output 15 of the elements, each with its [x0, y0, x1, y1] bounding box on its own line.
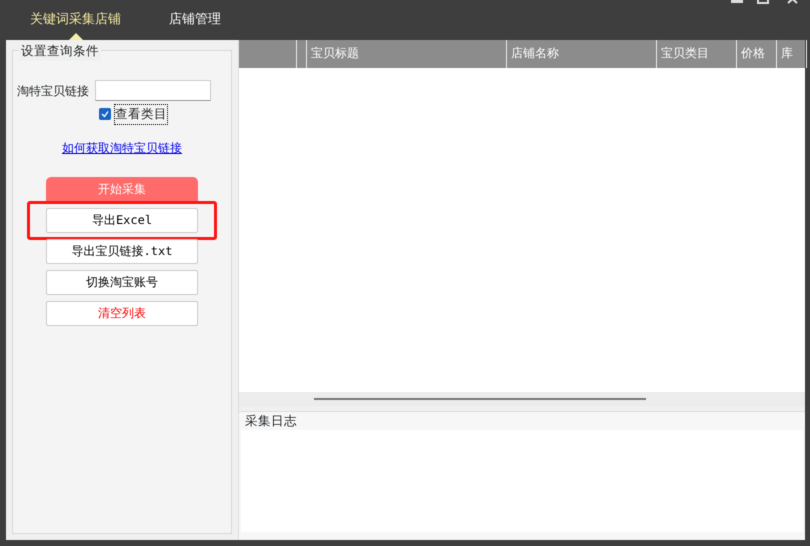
action-button[interactable]: 导出宝贝链接.txt	[46, 238, 198, 264]
checkbox[interactable]	[99, 108, 111, 120]
scrollbar-thumb[interactable]	[314, 398, 646, 400]
group-title: 设置查询条件	[19, 42, 101, 61]
link-input-field[interactable]	[95, 80, 211, 101]
action-button[interactable]: 切换淘宝账号	[46, 270, 198, 295]
minimize-icon[interactable]	[731, 0, 743, 4]
help-link[interactable]: 如何获取淘特宝贝链接	[62, 140, 182, 155]
group-title: 采集日志	[245, 412, 297, 430]
action-button[interactable]: 清空列表	[46, 300, 198, 326]
tab[interactable]: 店铺管理	[145, 0, 245, 40]
checkbox-label[interactable]: 查看类目	[114, 104, 168, 125]
field-label: 淘特宝贝链接	[17, 82, 89, 100]
action-button[interactable]: 导出Excel	[46, 208, 198, 233]
horizontal-scrollbar[interactable]	[239, 392, 805, 407]
